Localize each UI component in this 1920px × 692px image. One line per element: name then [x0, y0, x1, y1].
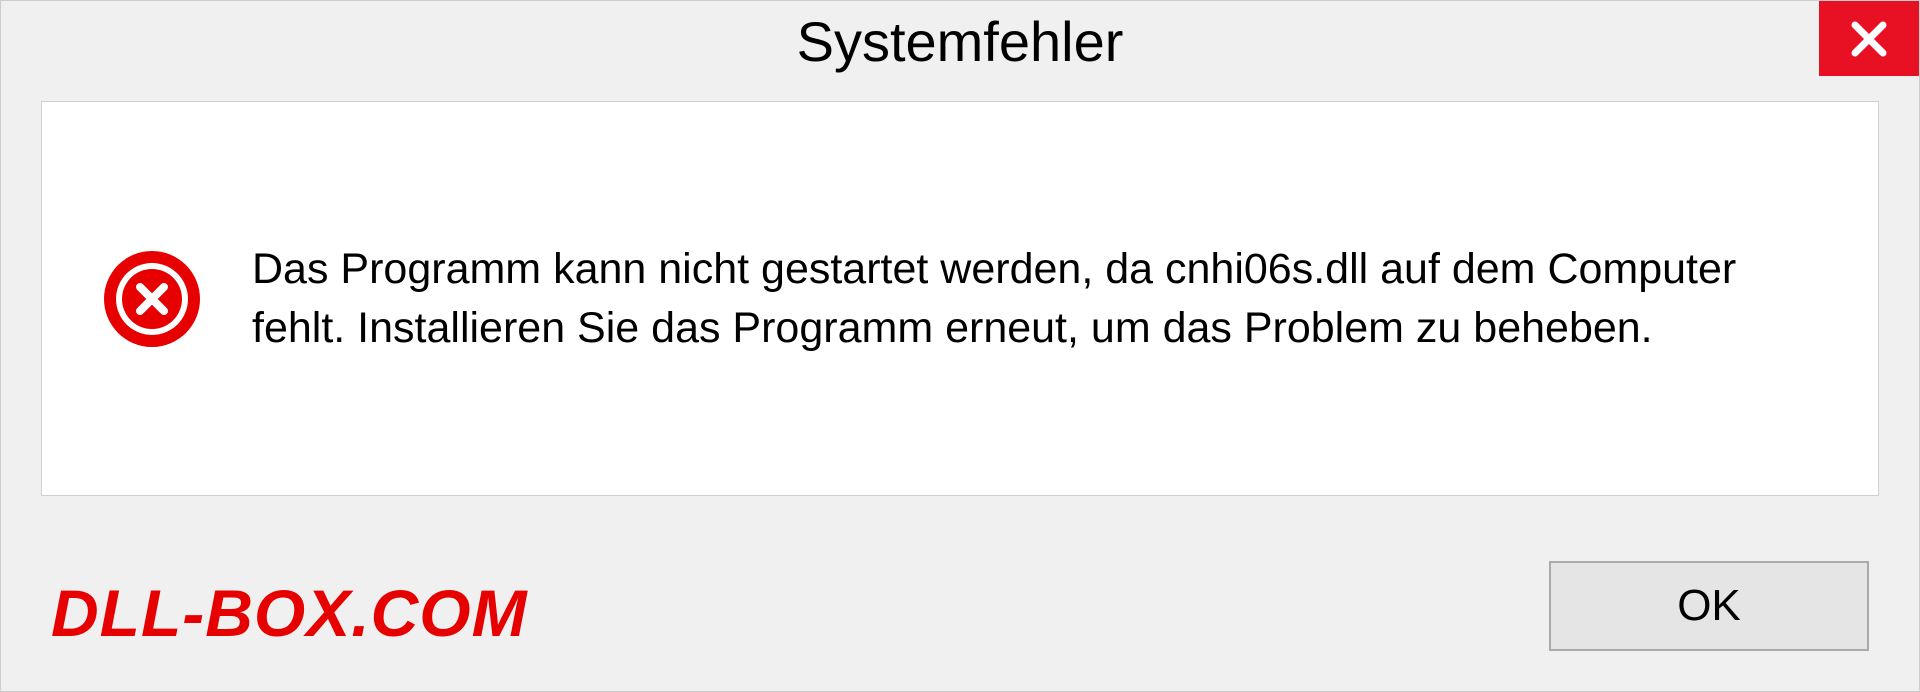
ok-button-label: OK — [1677, 581, 1741, 631]
error-icon — [102, 249, 202, 349]
watermark-text: DLL-BOX.COM — [51, 575, 528, 651]
error-icon-wrap — [102, 249, 202, 349]
content-box: Das Programm kann nicht gestartet werden… — [41, 101, 1879, 496]
ok-button[interactable]: OK — [1549, 561, 1869, 651]
titlebar: Systemfehler — [1, 1, 1919, 81]
dialog-title: Systemfehler — [797, 9, 1124, 74]
close-button[interactable] — [1819, 1, 1919, 76]
error-message: Das Programm kann nicht gestartet werden… — [252, 240, 1798, 356]
footer: DLL-BOX.COM OK — [1, 521, 1919, 691]
close-icon — [1848, 18, 1890, 60]
